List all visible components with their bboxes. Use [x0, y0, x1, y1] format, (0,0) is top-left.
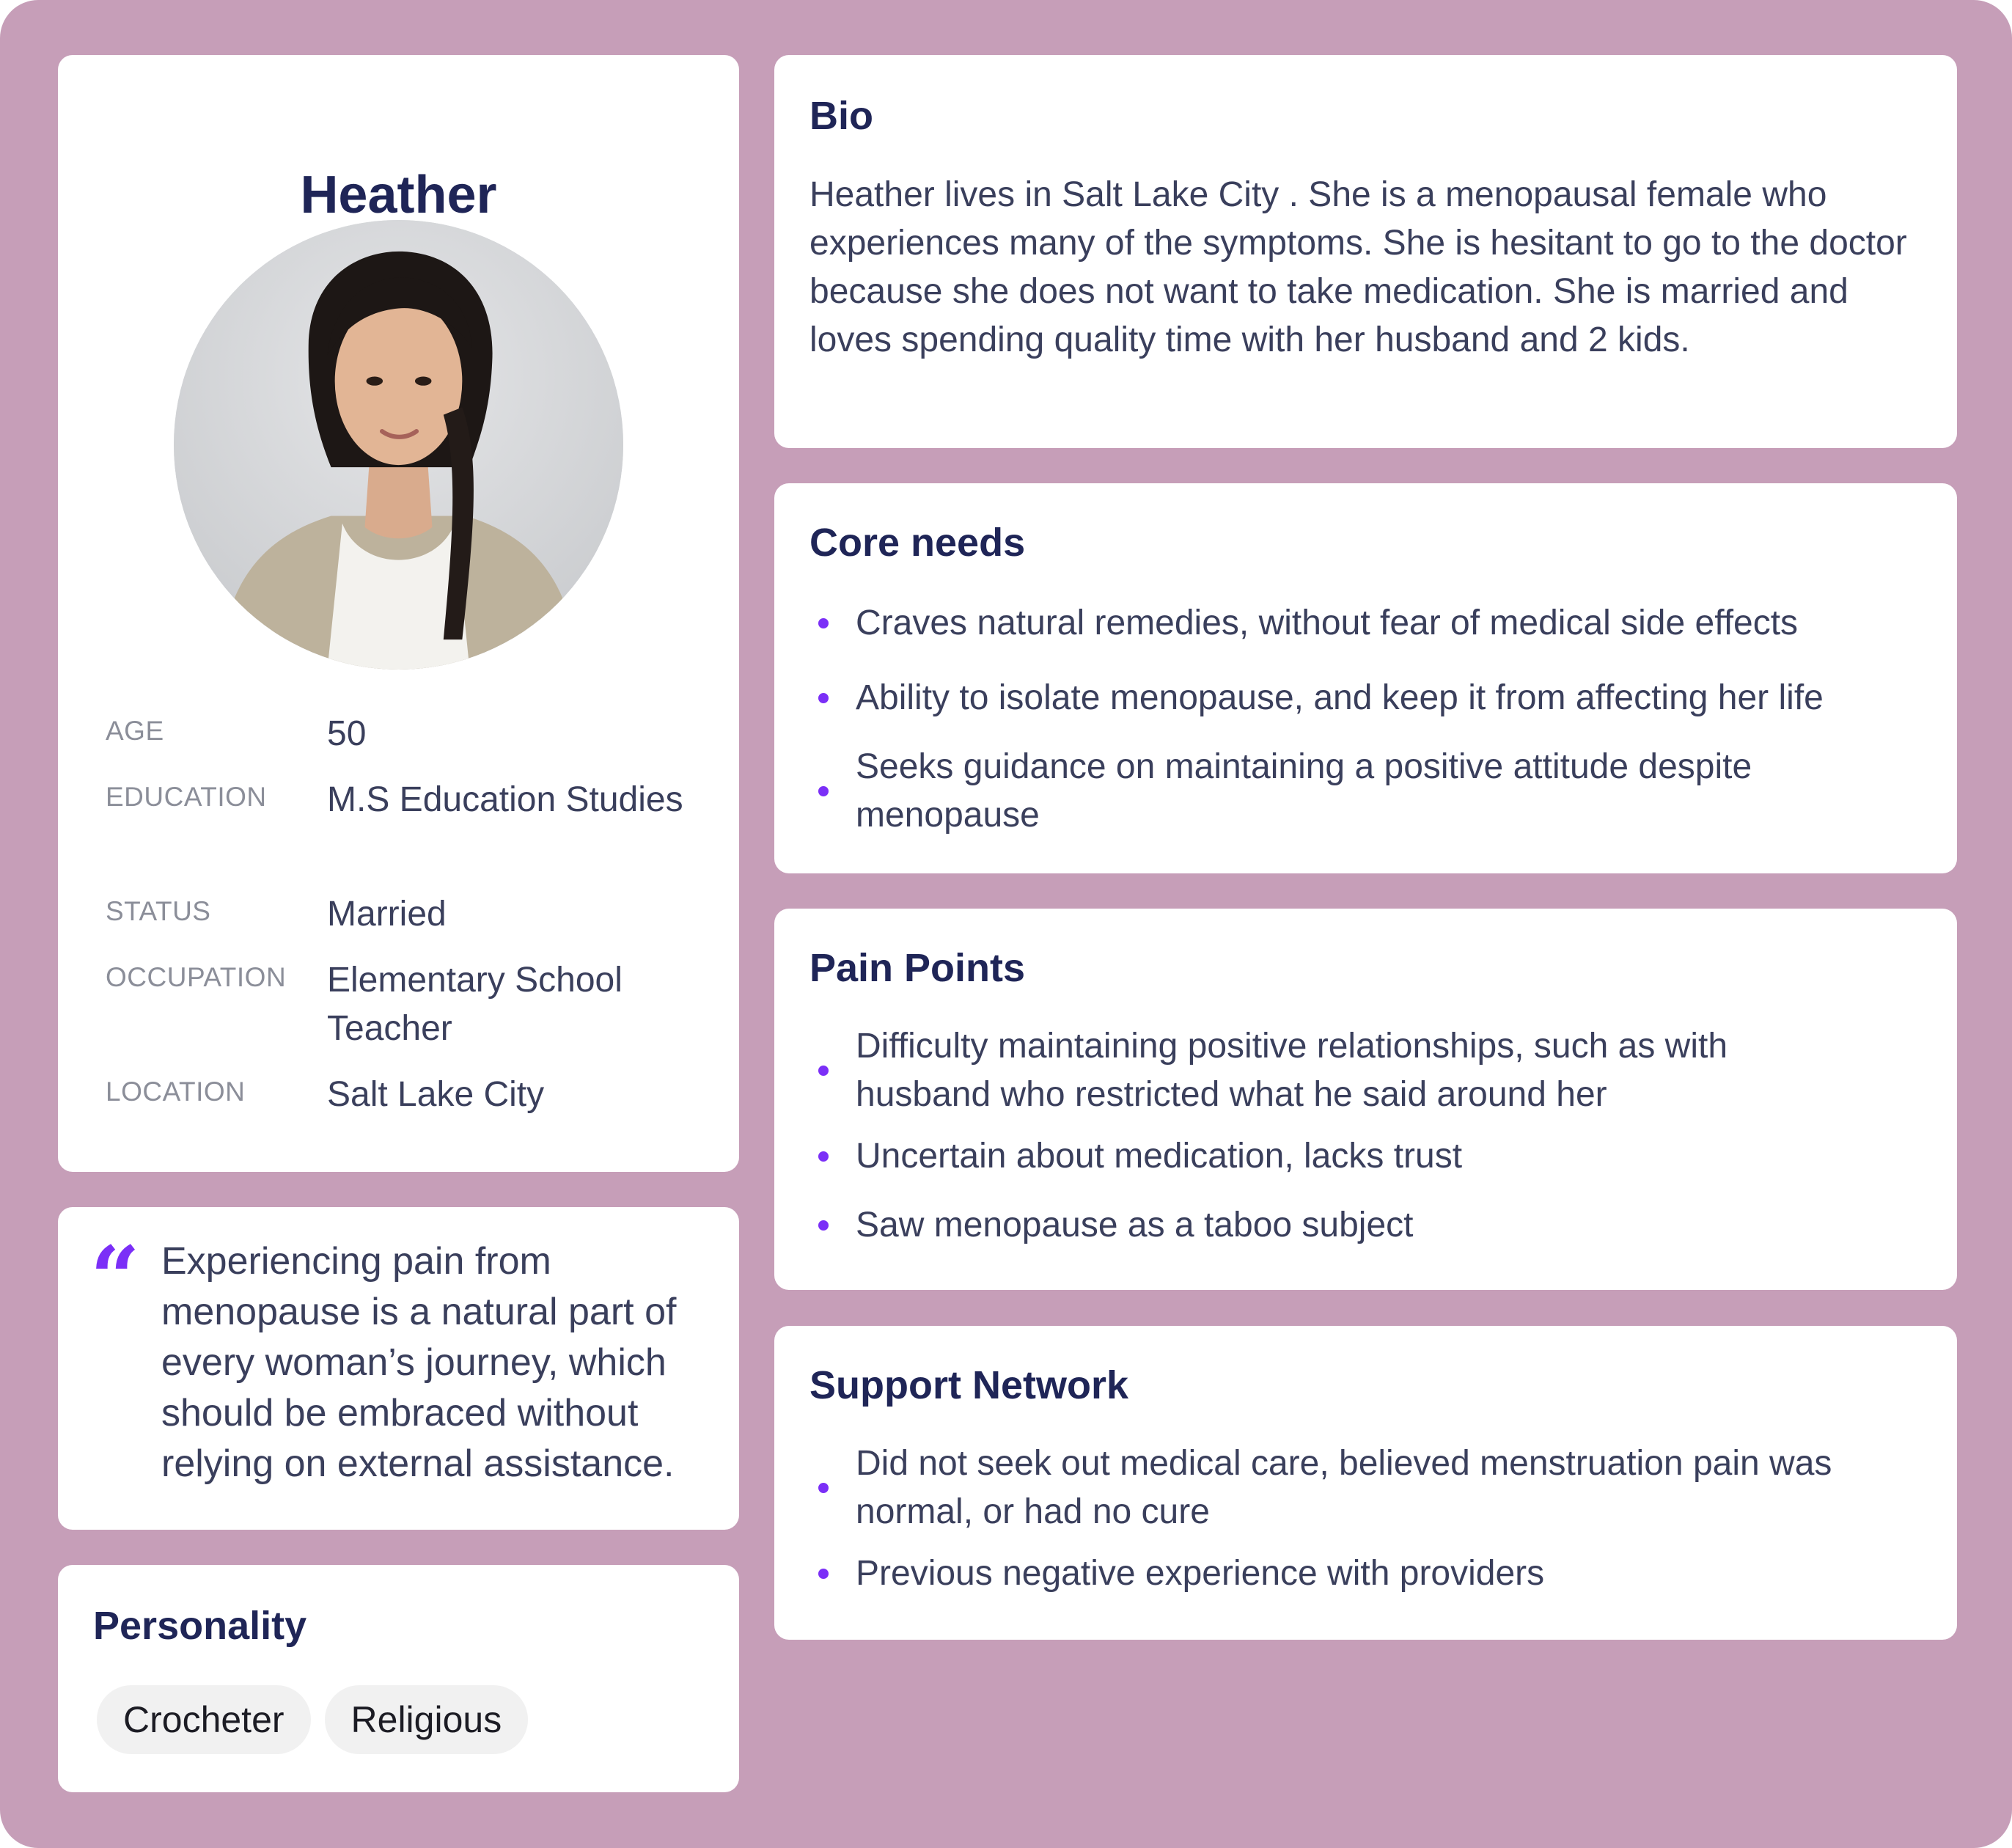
- personality-tag: Crocheter: [97, 1685, 311, 1754]
- bullet-icon: [818, 1483, 829, 1493]
- support-network-list: Did not seek out medical care, believed …: [809, 1440, 1928, 1598]
- core-need-text: Craves natural remedies, without fear of…: [856, 604, 1799, 642]
- list-item: Craves natural remedies, without fear of…: [809, 599, 1928, 648]
- list-item: Ability to isolate menopause, and keep i…: [809, 674, 1928, 722]
- list-item: Did not seek out medical care, believed …: [809, 1440, 1928, 1536]
- pain-points-card: Pain Points Difficulty maintaining posit…: [774, 909, 1957, 1290]
- personality-tag: Religious: [324, 1685, 529, 1754]
- status-label: STATUS: [106, 896, 211, 926]
- personality-tags: Crocheter Religious: [97, 1685, 529, 1754]
- list-item: Saw menopause as a taboo subject: [809, 1201, 1928, 1250]
- bullet-icon: [818, 693, 829, 703]
- bio-title: Bio: [809, 94, 873, 138]
- bullet-icon: [818, 618, 829, 628]
- bullet-icon: [818, 1220, 829, 1231]
- pain-points-list: Difficulty maintaining positive relation…: [809, 1022, 1928, 1250]
- core-needs-card: Core needs Craves natural remedies, with…: [774, 483, 1957, 873]
- pain-point-text: Saw menopause as a taboo subject: [856, 1206, 1414, 1244]
- core-needs-list: Craves natural remedies, without fear of…: [809, 599, 1928, 840]
- core-need-text: Seeks guidance on maintaining a positive…: [856, 747, 1752, 835]
- core-needs-title: Core needs: [809, 521, 1026, 565]
- support-network-card: Support Network Did not seek out medical…: [774, 1326, 1957, 1640]
- list-item: Seeks guidance on maintaining a positive…: [809, 743, 1928, 840]
- pain-point-text: Difficulty maintaining positive relation…: [856, 1027, 1728, 1114]
- bullet-icon: [818, 1151, 829, 1162]
- list-item: Previous negative experience with provid…: [809, 1550, 1928, 1598]
- avatar: [174, 220, 623, 670]
- status-value: Married: [327, 895, 447, 934]
- pain-points-title: Pain Points: [809, 946, 1026, 990]
- support-network-title: Support Network: [809, 1363, 1129, 1407]
- personality-title: Personality: [93, 1604, 307, 1648]
- avatar-photo-icon: [174, 220, 623, 670]
- bullet-icon: [818, 786, 829, 796]
- list-item: Uncertain about medication, lacks trust: [809, 1132, 1928, 1181]
- location-label: LOCATION: [106, 1077, 246, 1107]
- persona-name: Heather: [300, 166, 497, 224]
- bio-card: Bio Heather lives in Salt Lake City . Sh…: [774, 55, 1957, 448]
- support-item-text: Did not seek out medical care, believed …: [856, 1444, 1832, 1531]
- personality-card: Personality Crocheter Religious: [58, 1565, 739, 1792]
- list-item: Difficulty maintaining positive relation…: [809, 1022, 1928, 1119]
- age-value: 50: [327, 714, 367, 753]
- bio-text: Heather lives in Salt Lake City . She is…: [809, 175, 1907, 359]
- profile-card: Heather AGE 50 EDUCATION M.S Education S…: [58, 55, 739, 1172]
- support-item-text: Previous negative experience with provid…: [856, 1554, 1545, 1593]
- quote-icon: “: [90, 1227, 140, 1329]
- education-label: EDUCATION: [106, 782, 267, 812]
- education-value: M.S Education Studies: [327, 780, 683, 819]
- occupation-value: Elementary School Teacher: [327, 961, 623, 1048]
- bullet-icon: [818, 1569, 829, 1579]
- occupation-label: OCCUPATION: [106, 962, 287, 992]
- pain-point-text: Uncertain about medication, lacks trust: [856, 1137, 1463, 1176]
- location-value: Salt Lake City: [327, 1075, 545, 1114]
- age-label: AGE: [106, 716, 164, 746]
- quote-text: Experiencing pain from menopause is a na…: [161, 1240, 677, 1485]
- core-need-text: Ability to isolate menopause, and keep i…: [856, 678, 1824, 717]
- bullet-icon: [818, 1066, 829, 1076]
- quote-card: “ Experiencing pain from menopause is a …: [58, 1207, 739, 1530]
- persona-board: Heather AGE 50 EDUCATION M.S Education S…: [0, 0, 2012, 1848]
